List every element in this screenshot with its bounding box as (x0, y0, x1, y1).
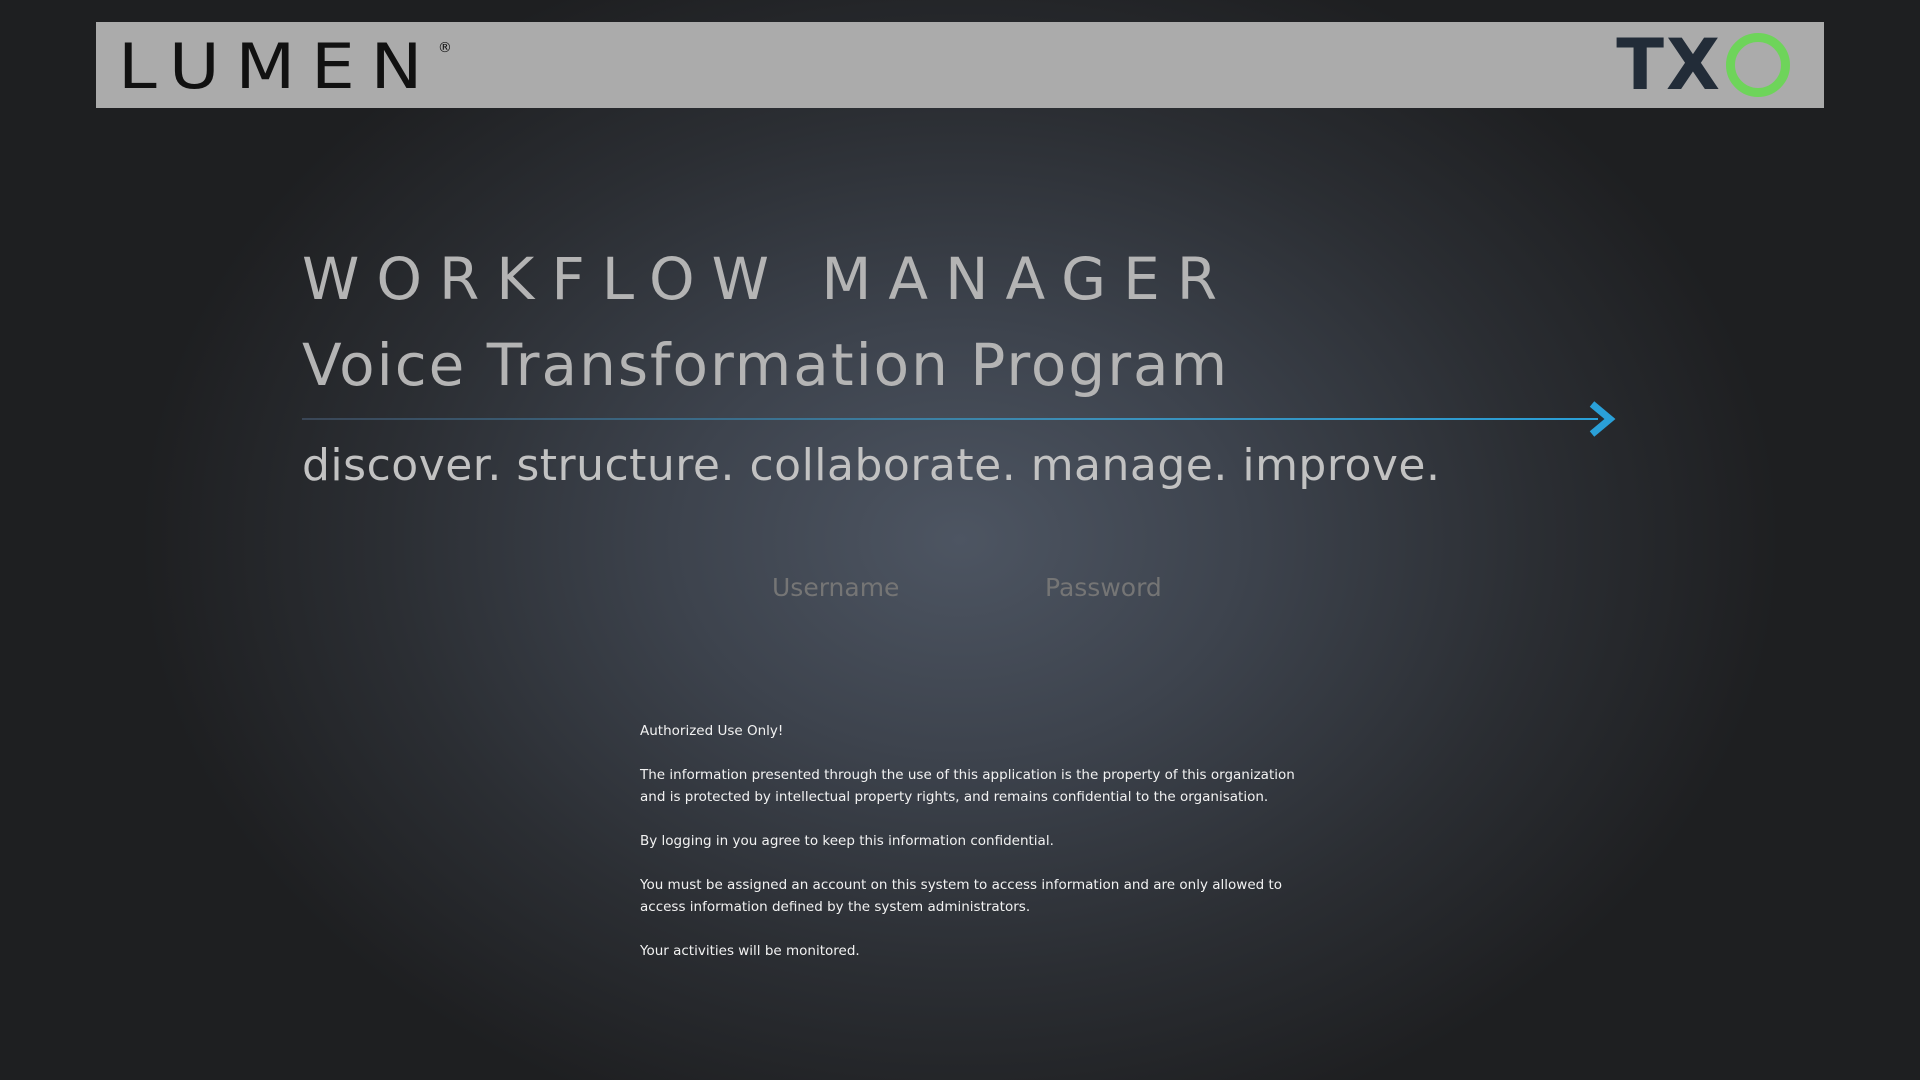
notice-paragraph: Your activities will be monitored. (640, 943, 860, 959)
tagline: discover. structure. collaborate. manage… (302, 440, 1441, 491)
notice-paragraph: By logging in you agree to keep this inf… (640, 833, 1054, 849)
txo-logo: TX (1616, 24, 1790, 106)
header-bar: LUMEN ® TX (96, 22, 1824, 108)
arrow-right-icon (1589, 401, 1616, 437)
notice-heading: Authorized Use Only! (640, 723, 784, 739)
notice-paragraph: You must be assigned an account on this … (640, 877, 1283, 915)
authorized-use-notice: Authorized Use Only! The information pre… (640, 720, 1320, 984)
lumen-logo-text: LUMEN (118, 30, 439, 103)
lumen-logo: LUMEN ® (118, 34, 452, 100)
arrow-divider (302, 418, 1598, 420)
app-title: WORKFLOW MANAGER (302, 245, 1235, 313)
username-input[interactable] (770, 566, 1014, 608)
login-page: LUMEN ® TX WORKFLOW MANAGER Voice Transf… (0, 0, 1920, 1080)
notice-paragraph: The information presented through the us… (640, 767, 1295, 805)
registered-mark: ® (437, 40, 452, 56)
program-title: Voice Transformation Program (302, 331, 1230, 399)
password-input[interactable] (1043, 566, 1287, 608)
txo-logo-text: TX (1616, 24, 1722, 106)
txo-ring-icon (1726, 33, 1790, 97)
